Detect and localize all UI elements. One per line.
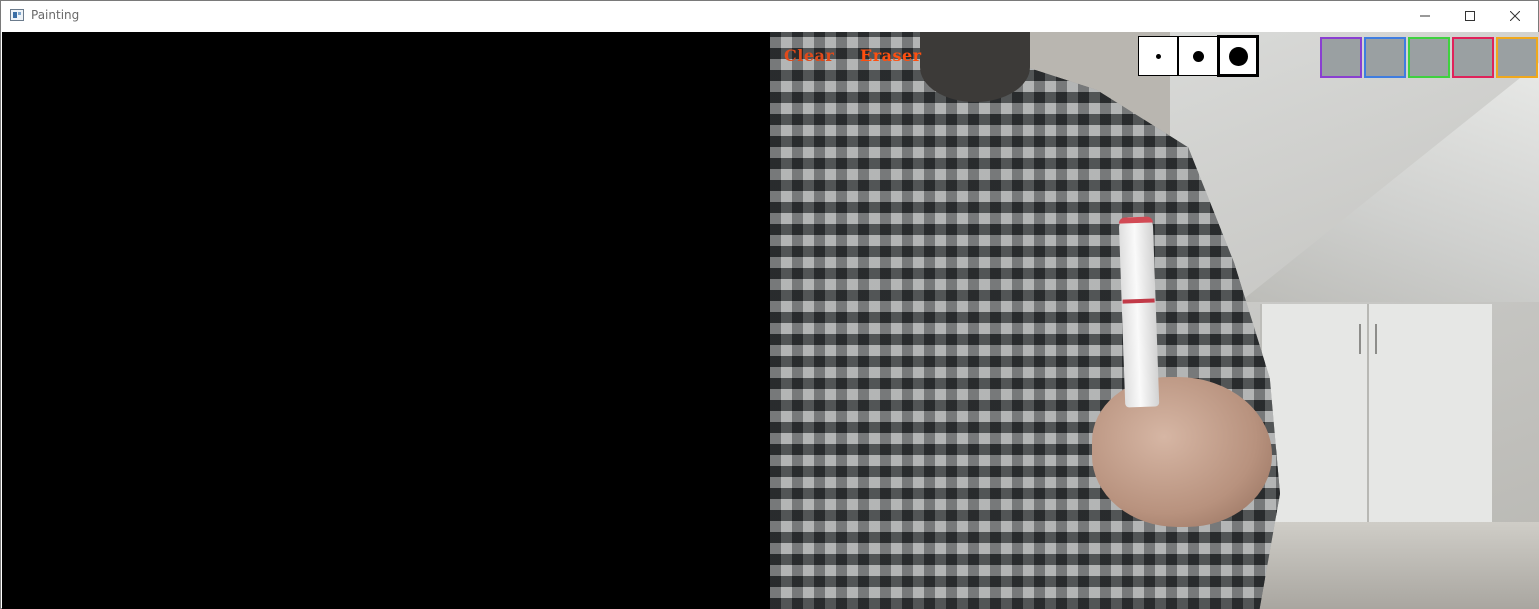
brush-size-medium-button[interactable] bbox=[1178, 36, 1218, 76]
clear-button[interactable]: Clear bbox=[784, 46, 834, 65]
window-title: Painting bbox=[31, 8, 80, 22]
minimize-icon bbox=[1420, 15, 1430, 17]
drawing-canvas[interactable] bbox=[2, 32, 770, 609]
person-neck bbox=[920, 32, 1030, 102]
brush-dot-small-icon bbox=[1155, 53, 1161, 59]
brush-size-large-button[interactable] bbox=[1217, 35, 1259, 77]
minimize-button[interactable] bbox=[1402, 1, 1448, 31]
close-icon bbox=[1510, 11, 1520, 21]
brush-size-small-button[interactable] bbox=[1138, 36, 1178, 76]
color-swatch-orange[interactable] bbox=[1496, 37, 1538, 78]
app-icon bbox=[10, 9, 24, 21]
color-swatch-red[interactable] bbox=[1452, 37, 1494, 78]
window-client-area: Clear Eraser bbox=[2, 32, 1539, 609]
maximize-icon bbox=[1465, 11, 1475, 21]
painting-window: Painting Clear Eraser bbox=[0, 0, 1539, 609]
title-bar[interactable]: Painting bbox=[1, 1, 1538, 31]
color-swatch-blue[interactable] bbox=[1364, 37, 1406, 78]
close-button[interactable] bbox=[1492, 1, 1538, 31]
maximize-button[interactable] bbox=[1447, 1, 1493, 31]
brush-dot-medium-icon bbox=[1192, 50, 1204, 62]
eraser-button[interactable]: Eraser bbox=[860, 46, 922, 65]
camera-background-cabinet bbox=[1260, 304, 1492, 524]
brush-dot-large-icon bbox=[1228, 46, 1248, 66]
color-swatch-green[interactable] bbox=[1408, 37, 1450, 78]
camera-feed: Clear Eraser bbox=[770, 32, 1539, 609]
marker-pen bbox=[1118, 216, 1160, 408]
color-swatch-purple[interactable] bbox=[1320, 37, 1362, 78]
